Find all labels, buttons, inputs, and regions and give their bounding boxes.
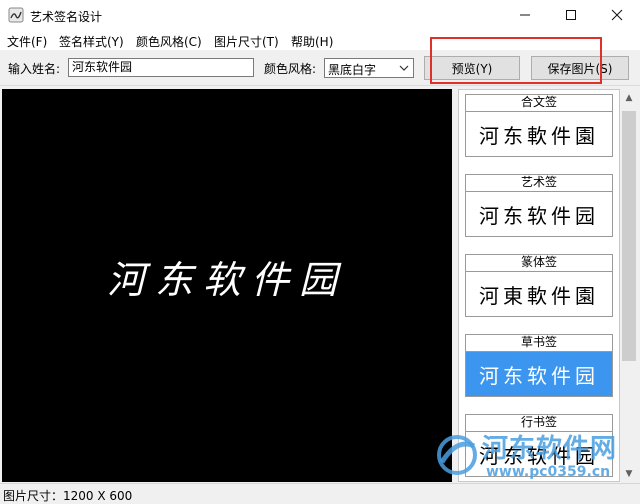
watermark-logo-icon xyxy=(437,435,477,475)
app-icon xyxy=(8,7,24,23)
menu-color-style[interactable]: 颜色风格(C) xyxy=(136,33,202,50)
menu-help[interactable]: 帮助(H) xyxy=(291,33,333,50)
style-card-title: 艺术签 xyxy=(466,175,612,192)
highlight-box xyxy=(430,37,602,84)
scroll-up-icon[interactable]: ▲ xyxy=(620,89,638,106)
color-style-value: 黑底白字 xyxy=(328,63,377,77)
window-title: 艺术签名设计 xyxy=(30,10,103,24)
style-card-sample: 河東軟件園 xyxy=(479,283,599,308)
color-style-label: 颜色风格: xyxy=(264,62,317,76)
watermark-url: www.pc0359.cn xyxy=(486,464,611,480)
close-button[interactable] xyxy=(594,0,640,30)
style-card-hewen[interactable]: 合文签 河东軟件園 xyxy=(465,94,613,157)
style-card-title: 草书签 xyxy=(466,335,612,352)
chevron-down-icon xyxy=(399,65,409,71)
name-input[interactable]: 河东软件园 xyxy=(68,58,254,77)
maximize-button[interactable] xyxy=(548,0,594,30)
scroll-thumb[interactable] xyxy=(622,111,636,361)
title-bar: 艺术签名设计 xyxy=(0,0,640,30)
watermark: 河东软件网 www.pc0359.cn xyxy=(434,428,640,488)
style-list-panel: 合文签 河东軟件園 艺术签 河东软件园 篆体签 河東軟件園 草书签 河东软件园 … xyxy=(458,89,620,482)
menu-file[interactable]: 文件(F) xyxy=(7,33,47,50)
preview-signature-text: 河东软件园 xyxy=(106,258,347,302)
maximize-icon xyxy=(566,10,576,20)
style-card-sample: 河东软件园 xyxy=(479,203,599,228)
minimize-button[interactable] xyxy=(502,0,548,30)
status-image-size: 图片尺寸：1200 X 600 xyxy=(3,489,133,503)
minimize-icon xyxy=(520,14,530,16)
color-style-select[interactable]: 黑底白字 xyxy=(324,58,414,78)
menu-image-size[interactable]: 图片尺寸(T) xyxy=(214,33,279,50)
name-label: 输入姓名: xyxy=(8,62,61,76)
style-card-seal[interactable]: 篆体签 河東軟件園 xyxy=(465,254,613,317)
watermark-name: 河东软件网 xyxy=(482,434,618,464)
style-card-sample: 河东軟件園 xyxy=(479,123,599,148)
style-card-title: 合文签 xyxy=(466,95,612,112)
style-card-cursive[interactable]: 草书签 河东软件园 xyxy=(465,334,613,397)
style-card-title: 篆体签 xyxy=(466,255,612,272)
style-card-sample: 河东软件园 xyxy=(466,352,612,396)
menu-signature-style[interactable]: 签名样式(Y) xyxy=(59,33,124,50)
style-card-art[interactable]: 艺术签 河东软件园 xyxy=(465,174,613,237)
close-icon xyxy=(611,9,623,21)
preview-canvas: 河东软件园 xyxy=(2,89,452,482)
style-list-scrollbar[interactable]: ▲ ▼ xyxy=(620,89,638,482)
